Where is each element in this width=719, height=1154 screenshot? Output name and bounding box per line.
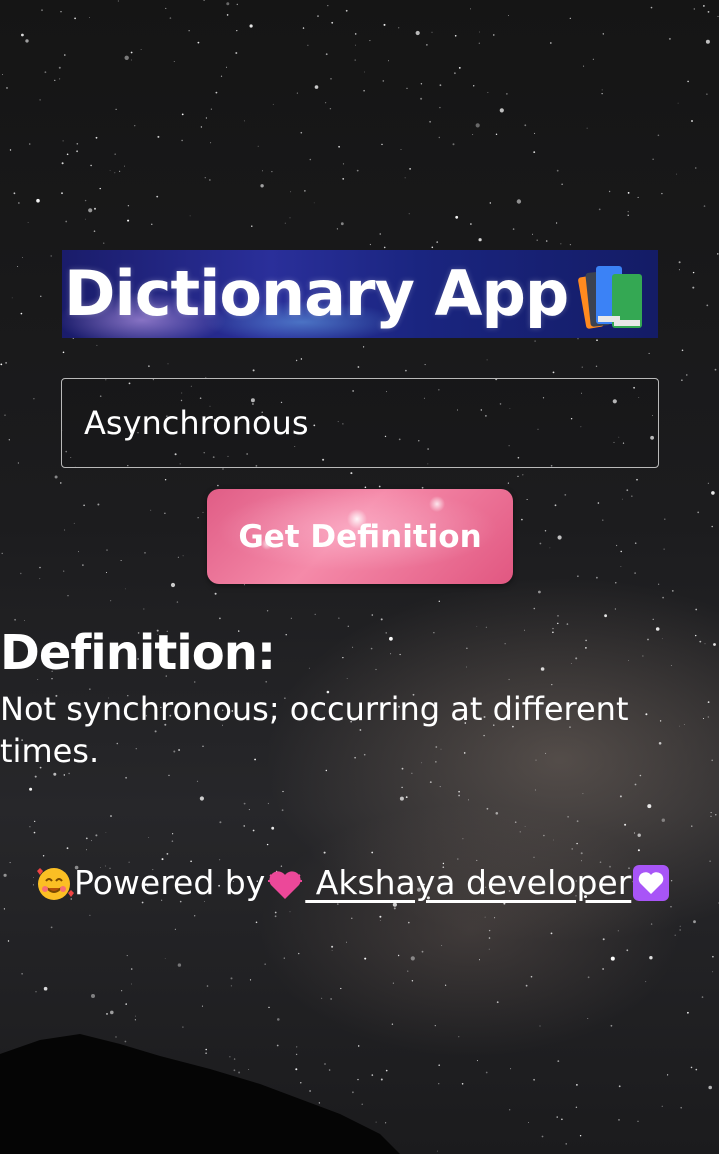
powered-by-label: Powered by: [74, 863, 266, 902]
word-search-input[interactable]: [61, 378, 659, 468]
title-banner: Dictionary App: [62, 250, 658, 338]
definition-text: Not synchronous; occurring at different …: [0, 690, 629, 770]
mountain-silhouette: [0, 1034, 400, 1154]
developer-name: Akshaya developer: [305, 863, 632, 902]
app-title: Dictionary App: [64, 257, 569, 330]
get-definition-button[interactable]: Get Definition: [207, 489, 513, 584]
definition-heading: Definition:: [0, 625, 276, 681]
smiling-face-with-hearts-icon: [37, 868, 74, 900]
white-heart-icon: [633, 865, 670, 901]
books-icon: [578, 266, 642, 329]
developer-link[interactable]: Akshaya developer: [265, 859, 631, 907]
powered-by-footer: Powered by Akshaya developer: [34, 858, 671, 908]
beating-heart-icon: [268, 870, 303, 899]
